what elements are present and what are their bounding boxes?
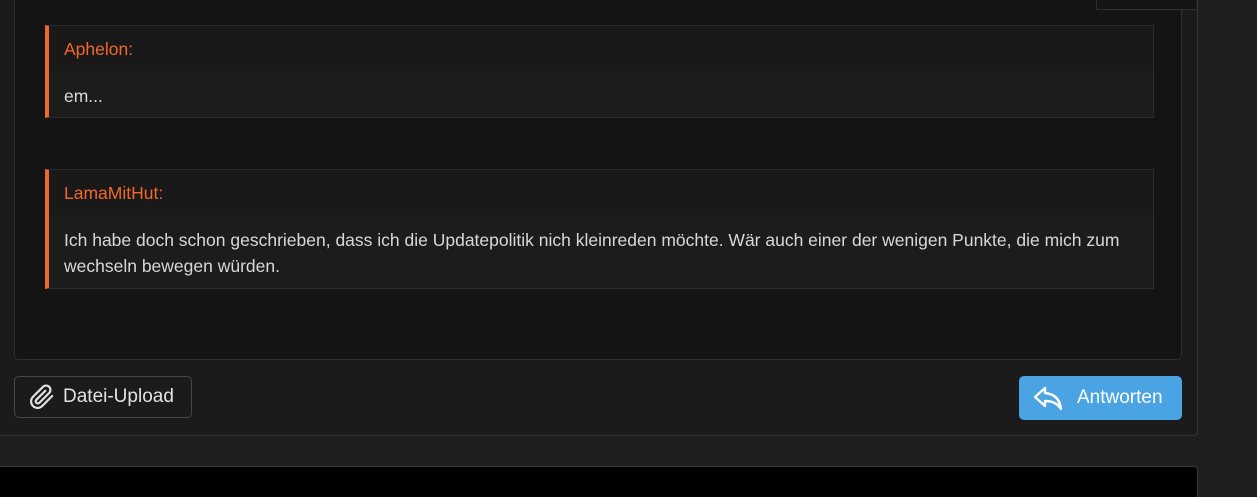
file-upload-label: Datei-Upload <box>63 386 174 407</box>
quote-block: LamaMitHut: Ich habe doch schon geschrie… <box>45 169 1154 289</box>
reply-label: Antworten <box>1077 387 1163 408</box>
quote-text: em... <box>64 86 103 106</box>
reply-panel: Aphelon: em... LamaMitHut: Ich habe doch… <box>0 0 1198 436</box>
quote-block: Aphelon: em... <box>45 25 1154 118</box>
next-post-card <box>0 466 1198 497</box>
reply-editor[interactable]: Aphelon: em... LamaMitHut: Ich habe doch… <box>14 0 1196 360</box>
quote-author: LamaMitHut: <box>49 170 1153 215</box>
paperclip-icon <box>30 384 54 409</box>
reply-button[interactable]: Antworten <box>1019 376 1182 420</box>
editor-toolbar-edge <box>1096 0 1196 10</box>
quote-text: Ich habe doch schon geschrieben, dass ic… <box>64 230 1120 276</box>
file-upload-button[interactable]: Datei-Upload <box>14 376 192 418</box>
quote-author: Aphelon: <box>49 26 1153 71</box>
reply-arrow-icon <box>1033 386 1063 411</box>
